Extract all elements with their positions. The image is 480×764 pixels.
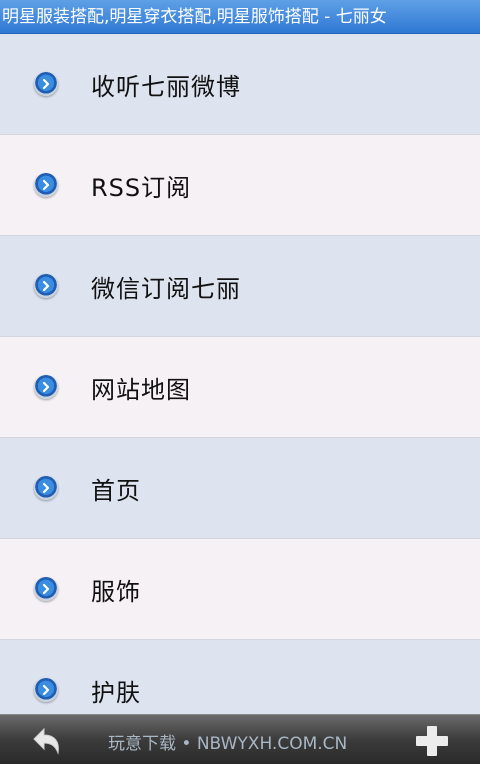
list-item-label: 服饰	[91, 577, 141, 606]
plus-icon[interactable]	[412, 723, 452, 759]
list-item[interactable]: 网站地图	[0, 337, 480, 438]
bottom-toolbar: 玩意下载 • NBWYXH.COM.CN	[0, 714, 480, 764]
list-item-label: 护肤	[91, 678, 141, 707]
list-item-label: 网站地图	[91, 375, 191, 404]
list-item-label: 收听七丽微博	[91, 72, 241, 101]
list-item[interactable]: 护肤	[0, 640, 480, 714]
chevron-right-circle-icon	[34, 678, 58, 702]
list-item[interactable]: 收听七丽微博	[0, 34, 480, 135]
list-item[interactable]: 微信订阅七丽	[0, 236, 480, 337]
list-item-label: RSS订阅	[91, 173, 192, 202]
chevron-right-circle-icon	[34, 375, 58, 399]
chevron-right-circle-icon	[34, 476, 58, 500]
menu-list: 收听七丽微博 RSS订阅 微信订阅七丽 网站地图 首页 服饰 护肤	[0, 34, 480, 714]
list-item[interactable]: 服饰	[0, 539, 480, 640]
list-item[interactable]: 首页	[0, 438, 480, 539]
list-item-label: 首页	[91, 476, 141, 505]
list-item[interactable]: RSS订阅	[0, 135, 480, 236]
window-title: 明星服装搭配,明星穿衣搭配,明星服饰搭配 - 七丽女	[0, 0, 480, 34]
back-arrow-icon[interactable]	[26, 723, 66, 759]
chevron-right-circle-icon	[34, 274, 58, 298]
chevron-right-circle-icon	[34, 173, 58, 197]
chevron-right-circle-icon	[34, 577, 58, 601]
watermark-text: 玩意下载 • NBWYXH.COM.CN	[108, 734, 348, 754]
chevron-right-circle-icon	[34, 72, 58, 96]
list-item-label: 微信订阅七丽	[91, 274, 241, 303]
